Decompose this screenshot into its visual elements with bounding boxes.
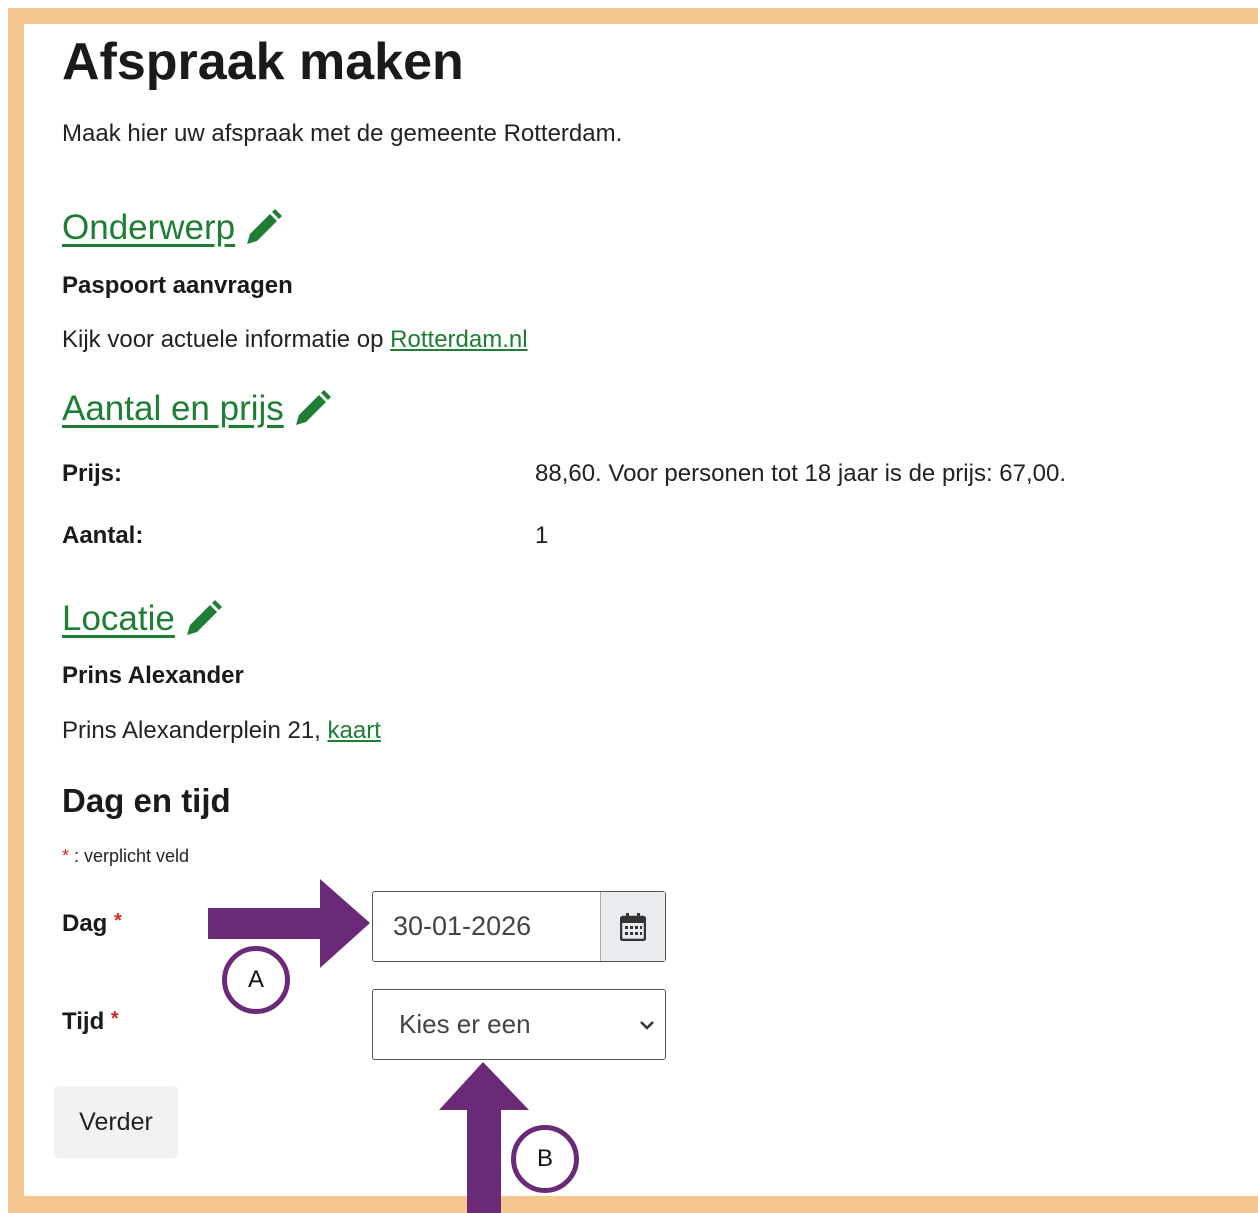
count-label: Aantal: <box>62 522 144 549</box>
onderwerp-info: Kijk voor actuele informatie op Rotterda… <box>62 326 528 354</box>
pencil-icon <box>186 600 222 635</box>
location-name: Prins Alexander <box>62 662 244 689</box>
onderwerp-info-text: Kijk voor actuele informatie op <box>62 326 391 353</box>
page-intro: Maak hier uw afspraak met de gemeente Ro… <box>62 120 623 147</box>
chevron-down-icon <box>640 1020 654 1030</box>
aantal-edit-link[interactable]: Aantal en prijs <box>62 389 332 429</box>
calendar-icon <box>620 912 646 941</box>
time-select[interactable]: Kies er een <box>372 989 666 1060</box>
time-label: Tijd * <box>62 1008 119 1036</box>
day-label: Dag * <box>62 910 122 938</box>
pencil-icon <box>247 209 283 244</box>
onderwerp-heading: Onderwerp <box>62 208 236 247</box>
time-label-text: Tijd <box>62 1008 105 1035</box>
aantal-heading: Aantal en prijs <box>62 389 284 428</box>
verder-button[interactable]: Verder <box>54 1086 178 1158</box>
time-select-value: Kies er een <box>399 1009 531 1039</box>
location-address: Prins Alexanderplein 21, kaart <box>62 717 381 745</box>
pencil-icon <box>295 390 331 425</box>
date-input[interactable]: 30-01-2026 <box>372 891 666 962</box>
required-star: * <box>62 846 70 866</box>
day-required-star: * <box>114 910 122 932</box>
price-value: 88,60. Voor personen tot 18 jaar is de p… <box>535 460 1067 487</box>
rotterdam-link[interactable]: Rotterdam.nl <box>390 326 527 353</box>
required-note: * : verplicht veld <box>62 846 189 867</box>
onderwerp-value: Paspoort aanvragen <box>62 272 293 299</box>
count-value: 1 <box>535 522 549 549</box>
time-required-star: * <box>110 1008 119 1030</box>
price-label: Prijs: <box>62 460 123 487</box>
map-link[interactable]: kaart <box>328 717 381 744</box>
onderwerp-edit-link[interactable]: Onderwerp <box>62 208 283 248</box>
page-title: Afspraak maken <box>62 33 464 91</box>
dag-tijd-heading: Dag en tijd <box>62 782 231 819</box>
calendar-button[interactable] <box>600 892 665 961</box>
annotation-label-b: B <box>511 1125 579 1193</box>
date-value[interactable]: 30-01-2026 <box>373 892 600 961</box>
day-label-text: Dag <box>62 910 108 937</box>
required-note-text: : verplicht veld <box>69 846 190 866</box>
annotation-arrow-a <box>208 879 370 968</box>
locatie-heading: Locatie <box>62 599 175 638</box>
locatie-edit-link[interactable]: Locatie <box>62 599 223 639</box>
location-address-text: Prins Alexanderplein 21, <box>62 717 328 744</box>
frame-bottom-border <box>8 1196 1258 1213</box>
annotation-label-a: A <box>222 946 290 1014</box>
